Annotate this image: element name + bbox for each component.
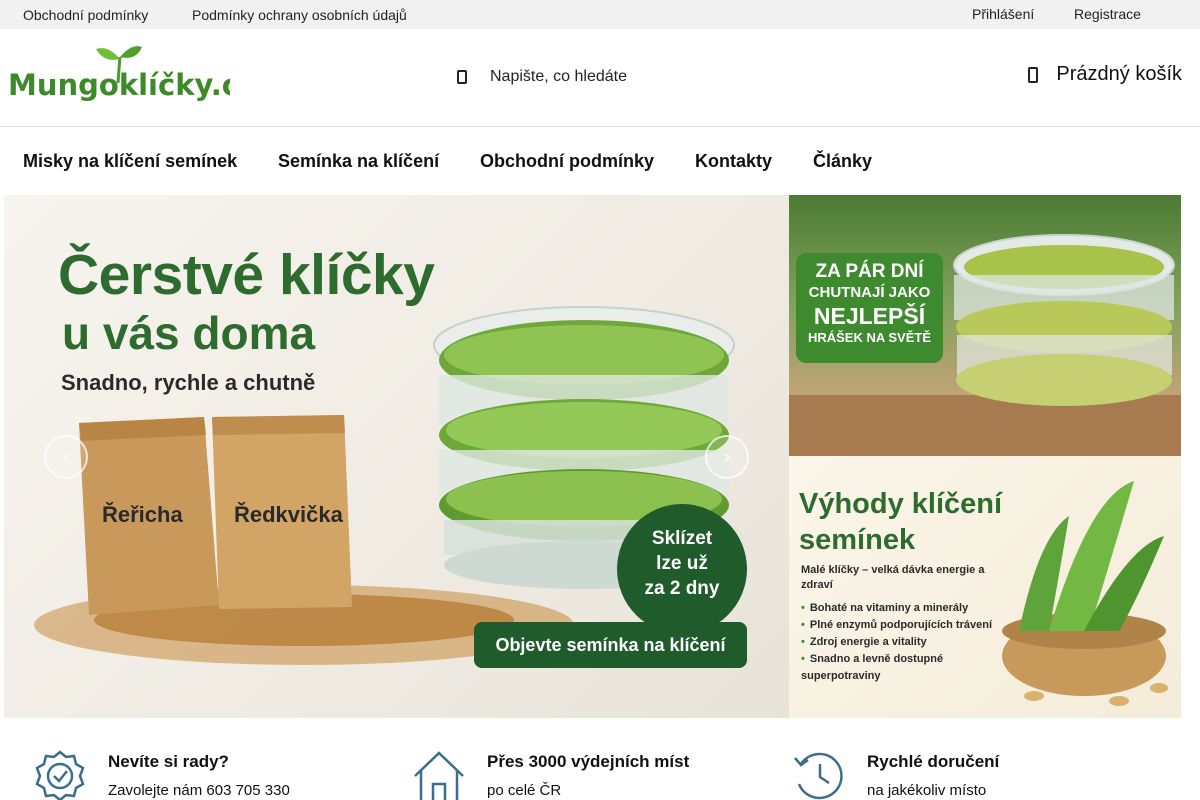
site-logo[interactable]: Mungoklíčky.cz — [8, 43, 230, 105]
list-item: Zdroj energie a vitality — [801, 634, 992, 651]
list-item: Bohaté na vitaminy a minerály — [801, 600, 992, 617]
carousel-next-button[interactable]: › — [705, 435, 749, 479]
peas-line3: NEJLEPŠÍ — [813, 303, 926, 329]
cart-button[interactable]: Prázdný košík — [1024, 63, 1182, 86]
peas-line4: HRÁŠEK NA SVĚTĚ — [807, 330, 932, 345]
badge-line1: Sklízet — [651, 528, 713, 549]
carousel-prev-button[interactable]: ‹ — [44, 435, 88, 479]
cart-label: Prázdný košík — [1056, 63, 1182, 85]
terms-link[interactable]: Obchodní podmínky — [23, 7, 148, 23]
harvest-badge: Sklízet lze už za 2 dny — [617, 504, 747, 634]
search-icon — [457, 70, 467, 84]
peas-line1: ZA PÁR DNÍ — [815, 261, 924, 282]
site-header: Mungoklíčky.cz Napište, co hledáte Prázd… — [0, 29, 1200, 127]
clock-icon — [794, 752, 843, 800]
hero-subtitle: Snadno, rychle a chutně — [61, 370, 316, 395]
benefit-title: Přes 3000 výdejních míst — [487, 752, 690, 771]
search-input[interactable]: Napište, co hledáte — [490, 68, 627, 86]
privacy-link[interactable]: Podmínky ochrany osobních údajů — [192, 7, 407, 23]
benefit-desc: Zavolejte nám 603 705 330 — [108, 782, 290, 799]
register-link[interactable]: Registrace — [1074, 6, 1141, 22]
badge-line2: lze už — [656, 553, 708, 574]
logo-graphic: Mungoklíčky.cz — [8, 46, 230, 102]
discover-seeds-button[interactable]: Objevte semínka na klíčení — [474, 622, 747, 668]
nav-item-terms[interactable]: Obchodní podmínky — [480, 151, 654, 172]
main-navigation: Misky na klíčení semínek Semínka na klíč… — [0, 127, 1200, 195]
chevron-right-icon: › — [723, 445, 731, 468]
peas-tag: ZA PÁR DNÍ CHUTNAJÍ JAKO NEJLEPŠÍ HRÁŠEK… — [796, 253, 943, 363]
benefits-intro: Malé klíčky – velká dávka energie a zdra… — [801, 564, 985, 591]
hero-title-line2: u vás doma — [62, 307, 316, 359]
nav-item-articles[interactable]: Články — [813, 151, 872, 172]
benefit-desc: po celé ČR — [487, 782, 562, 799]
nav-item-contacts[interactable]: Kontakty — [695, 151, 772, 172]
list-item: Plné enzymů podporujících trávení — [801, 617, 992, 634]
search-bar[interactable]: Napište, co hledáte — [448, 59, 868, 95]
list-item: Snadno a levně dostupné superpotraviny — [801, 651, 951, 685]
side-banner-peas[interactable]: ZA PÁR DNÍ CHUTNAJÍ JAKO NEJLEPŠÍ HRÁŠEK… — [789, 195, 1181, 456]
chevron-left-icon: ‹ — [62, 445, 70, 468]
badge-check-icon — [35, 750, 85, 800]
nav-item-bowls[interactable]: Misky na klíčení semínek — [23, 151, 237, 172]
top-utility-bar: Obchodní podmínky Podmínky ochrany osobn… — [0, 0, 1200, 29]
benefits-list: Bohaté na vitaminy a minerály Plné enzym… — [801, 600, 992, 685]
nav-item-seeds[interactable]: Semínka na klíčení — [278, 151, 439, 172]
svg-text:Mungoklíčky.cz: Mungoklíčky.cz — [8, 68, 230, 102]
cart-icon — [1028, 66, 1039, 83]
peas-line2: CHUTNAJÍ JAKO — [808, 284, 931, 301]
hero-title-line1: Čerstvé klíčky — [58, 243, 435, 307]
benefit-desc: na jakékoliv místo — [867, 782, 987, 799]
house-icon — [414, 751, 464, 800]
bag-label-cress: Řeřicha — [102, 502, 183, 527]
hero-banner[interactable]: Čerstvé klíčky u vás doma Snadno, rychle… — [4, 195, 789, 718]
bag-label-radish: Ředkvička — [234, 502, 343, 527]
benefits-title: Výhody klíčení semínek — [799, 488, 1003, 556]
login-link[interactable]: Přihlášení — [972, 6, 1034, 22]
benefit-title: Rychlé doručení — [867, 752, 1000, 771]
badge-line3: za 2 dny — [644, 578, 720, 599]
side-banner-benefits[interactable]: Výhody klíčení semínek Malé klíčky – vel… — [789, 456, 1181, 718]
benefit-title: Nevíte si rady? — [108, 752, 229, 771]
